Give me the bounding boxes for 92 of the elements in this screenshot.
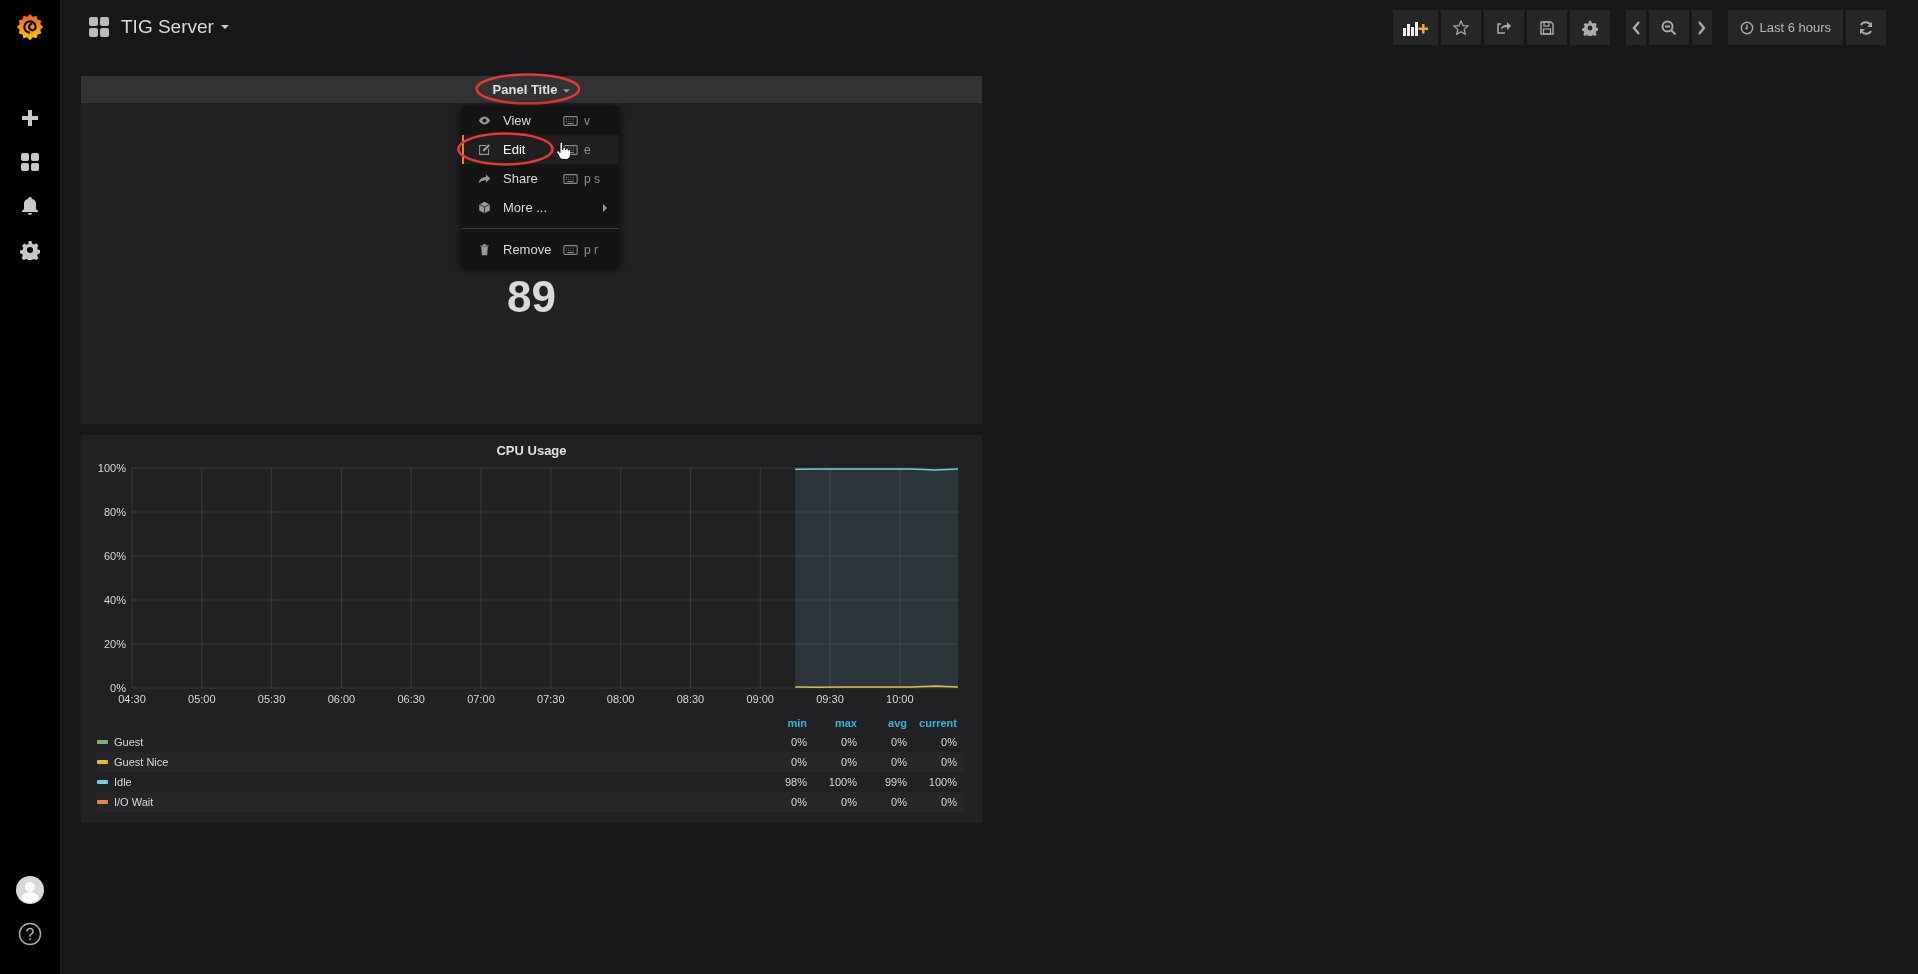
add-panel-button[interactable] <box>1393 10 1439 45</box>
legend-value: 100% <box>927 776 958 788</box>
x-axis-label: 08:00 <box>606 693 635 705</box>
settings-button[interactable] <box>1570 10 1611 45</box>
cube-icon <box>478 201 491 214</box>
chevron-left-icon <box>1631 19 1642 36</box>
submenu-arrow-icon <box>603 203 607 212</box>
menu-item[interactable]: Share p s <box>462 164 619 193</box>
legend-column-header[interactable]: max <box>815 717 865 729</box>
gear-icon <box>1582 19 1599 36</box>
legend-value: 0% <box>940 756 958 768</box>
x-axis-label: 05:30 <box>257 693 286 705</box>
y-axis-label: 60% <box>103 550 126 562</box>
legend-column-header[interactable]: avg <box>865 717 915 729</box>
keyboard-icon <box>563 115 578 126</box>
dashboard-title[interactable]: TIG Server <box>121 16 229 38</box>
menu-item[interactable]: More ... <box>462 193 619 222</box>
legend-series-name[interactable]: Guest Nice <box>114 756 169 768</box>
x-axis-label: 05:00 <box>188 693 216 705</box>
legend-value: 99% <box>883 776 908 788</box>
x-axis-label: 07:30 <box>537 693 565 705</box>
clock-icon <box>1740 20 1755 35</box>
legend-value: 0% <box>840 796 858 808</box>
y-axis-label: 0% <box>110 682 126 694</box>
zoom-out-icon <box>1661 19 1678 36</box>
trash-icon <box>478 243 491 256</box>
stat-value: 89 <box>507 275 556 319</box>
zoom-out-button[interactable] <box>1649 10 1690 45</box>
chevron-right-icon <box>1697 19 1708 36</box>
avatar-icon[interactable] <box>16 876 44 904</box>
shortcut-key: e <box>584 142 591 157</box>
legend-value: 0% <box>790 796 808 808</box>
dashboard-grid-icon <box>89 17 109 37</box>
legend-value: 0% <box>840 756 858 768</box>
bell-icon[interactable] <box>20 196 40 216</box>
legend-value: 100% <box>827 776 858 788</box>
legend-value: 0% <box>940 736 958 748</box>
legend-value: 0% <box>940 796 958 808</box>
refresh-button[interactable] <box>1846 10 1886 45</box>
share-button[interactable] <box>1484 10 1525 45</box>
panel-title[interactable]: CPU Usage <box>496 443 567 458</box>
x-axis-label: 08:30 <box>676 693 705 705</box>
x-axis-label: 10:00 <box>886 693 914 705</box>
caret-icon <box>220 25 229 29</box>
x-axis-label: 06:30 <box>397 693 425 705</box>
plus-icon[interactable] <box>20 108 40 128</box>
help-icon[interactable] <box>18 922 42 946</box>
x-axis-label: 07:00 <box>467 693 495 705</box>
y-axis-label: 80% <box>103 506 126 518</box>
star-button[interactable] <box>1441 10 1482 45</box>
shortcut-key: p r <box>584 242 598 257</box>
shortcut-key: v <box>584 113 590 128</box>
back-button[interactable] <box>1626 10 1647 45</box>
legend-series-name[interactable]: Idle <box>114 776 132 788</box>
menu-item[interactable]: Remove p r <box>462 235 619 264</box>
y-axis-label: 100% <box>97 462 126 474</box>
legend-column-header[interactable]: current <box>915 717 965 729</box>
keyboard-icon <box>563 173 578 184</box>
legend-series-name[interactable]: Guest <box>114 736 144 748</box>
legend-value: 0% <box>890 756 908 768</box>
x-axis-label: 09:00 <box>746 693 774 705</box>
x-axis-label: 04:30 <box>118 693 146 705</box>
x-axis-label: 06:00 <box>327 693 356 705</box>
legend-value: 0% <box>890 736 908 748</box>
legend-value: 0% <box>790 756 808 768</box>
menu-item[interactable]: View v <box>462 106 619 135</box>
forward-button[interactable] <box>1692 10 1713 45</box>
bar-chart-plus-icon <box>1402 19 1429 36</box>
x-axis-label: 09:30 <box>816 693 844 705</box>
caret-icon <box>563 89 571 93</box>
legend-column-header[interactable]: min <box>765 717 815 729</box>
refresh-icon <box>1858 19 1874 36</box>
shortcut-key: p s <box>584 171 600 186</box>
star-icon <box>1453 19 1470 36</box>
y-axis-label: 40% <box>103 594 126 606</box>
share-icon <box>1496 19 1513 36</box>
legend-value: 0% <box>840 736 858 748</box>
legend-value: 0% <box>890 796 908 808</box>
share-arrow-icon <box>478 172 491 185</box>
dashboard-grid-icon[interactable] <box>20 152 40 172</box>
legend-series-name[interactable]: I/O Wait <box>114 796 154 808</box>
y-axis-label: 20% <box>103 638 126 650</box>
legend-value: 98% <box>783 776 808 788</box>
gear-icon[interactable] <box>20 240 40 260</box>
edit-icon <box>478 143 491 156</box>
logo-icon[interactable] <box>15 12 45 42</box>
save-button[interactable] <box>1527 10 1568 45</box>
legend-value: 0% <box>790 736 808 748</box>
keyboard-icon <box>563 244 578 255</box>
eye-icon <box>478 114 491 127</box>
hand-cursor-icon <box>556 142 570 160</box>
time-picker[interactable]: Last 6 hours <box>1728 10 1843 45</box>
